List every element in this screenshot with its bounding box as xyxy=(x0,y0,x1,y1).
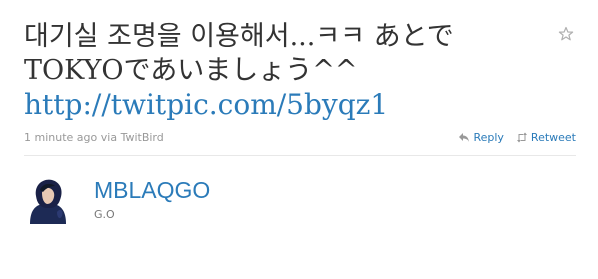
retweet-icon xyxy=(516,132,527,143)
user-screen-name[interactable]: MBLAQGO xyxy=(94,176,210,204)
divider xyxy=(24,155,576,156)
star-icon[interactable] xyxy=(558,26,574,42)
tweet-link[interactable]: http://twitpic.com/5byqz1 xyxy=(24,88,554,122)
via-label: via xyxy=(100,131,118,144)
reply-button[interactable]: Reply xyxy=(458,131,504,144)
user-full-name: G.O xyxy=(94,208,115,221)
reply-icon xyxy=(459,133,470,142)
tweet-actions: Reply Retweet xyxy=(458,131,576,144)
tweet-text-line1: 대기실 조명을 이용해서...ㅋㅋ あとで xyxy=(24,21,454,52)
retweet-button[interactable]: Retweet xyxy=(516,131,576,144)
reply-label: Reply xyxy=(473,131,504,144)
timestamp-link[interactable]: 1 minute ago xyxy=(24,131,97,144)
tweet-meta: 1 minute ago via TwitBird xyxy=(24,131,164,144)
retweet-label: Retweet xyxy=(530,131,576,144)
tweet-text: 대기실 조명을 이용해서...ㅋㅋ あとで TOKYOであいましょう^^ htt… xyxy=(24,20,554,122)
client-link[interactable]: TwitBird xyxy=(121,131,164,144)
tweet-text-line2: TOKYOであいましょう^^ xyxy=(24,55,358,86)
avatar[interactable] xyxy=(24,176,72,224)
